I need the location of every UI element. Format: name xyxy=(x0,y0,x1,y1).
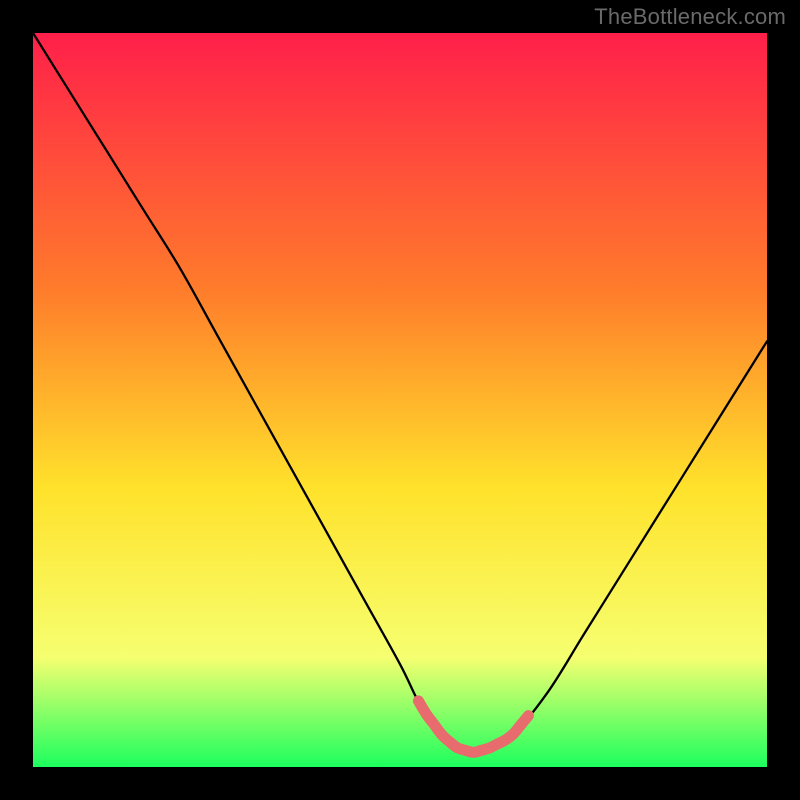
chart-container: TheBottleneck.com xyxy=(0,0,800,800)
watermark-text: TheBottleneck.com xyxy=(594,4,786,30)
plot-area xyxy=(33,33,767,767)
gradient-background xyxy=(33,33,767,767)
chart-svg xyxy=(33,33,767,767)
